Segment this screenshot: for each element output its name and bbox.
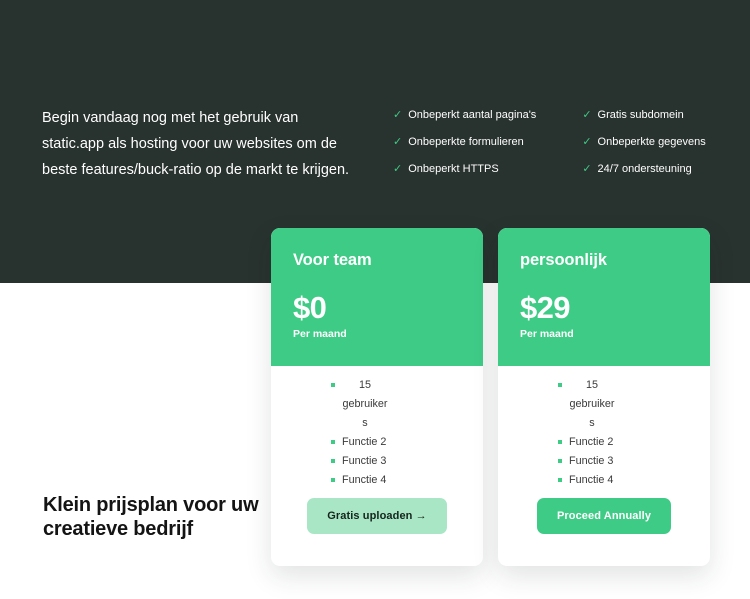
plan-feature-label: Functie 3 xyxy=(342,455,387,467)
hero-feature-label: 24/7 ondersteuning xyxy=(597,163,692,175)
list-item: Functie 4 xyxy=(289,471,465,490)
plan-feature-list: 15 gebruiker s Functie 2 Functie 3 Functie… xyxy=(516,376,692,490)
hero-intro-text: Begin vandaag nog met het gebruik van st… xyxy=(42,110,350,178)
plan-period: Per maand xyxy=(293,328,347,340)
plan-feature-label: Functie 3 xyxy=(569,455,614,467)
pricing-card-body: 15 gebruiker s Functie 2 Functie 3 Functie… xyxy=(271,366,483,566)
hero-feature-label: Onbeperkte gegevens xyxy=(597,136,706,148)
plan-period: Per maand xyxy=(520,328,574,340)
check-icon: ✓ xyxy=(393,109,403,121)
hero-feature-label: Onbeperkt HTTPS xyxy=(408,163,499,175)
hero-feature-item: ✓ 24/7 ondersteuning xyxy=(582,163,705,176)
pricing-page: Begin vandaag nog met het gebruik van st… xyxy=(0,0,750,599)
pricing-card-team[interactable]: Voor team $0 Per maand 15 gebruiker s Func… xyxy=(271,228,483,566)
bullet-icon xyxy=(558,383,562,387)
list-item: Functie 4 xyxy=(516,471,692,490)
hero-feature-columns: ✓ Onbeperkt aantal pagina's ✓ Onbeperkte… xyxy=(393,109,713,176)
hero-feature-item: ✓ Gratis subdomein xyxy=(582,109,705,122)
list-item: Functie 2 xyxy=(289,433,465,452)
plan-feature-label: Functie 2 xyxy=(342,436,387,448)
list-item: Functie 3 xyxy=(289,452,465,471)
pricing-card-cta: Proceed Annually xyxy=(498,498,710,534)
plan-price: $0 xyxy=(293,290,327,325)
bullet-icon xyxy=(331,440,335,444)
plan-feature-label: 15 gebruiker s xyxy=(342,379,388,429)
pricing-card-header: Voor team $0 Per maand xyxy=(271,228,483,366)
plan-feature-list: 15 gebruiker s Functie 2 Functie 3 Functie… xyxy=(289,376,465,490)
hero-feature-label: Gratis subdomein xyxy=(597,109,684,121)
pricing-card-cta: Gratis uploaden → xyxy=(271,498,483,534)
bullet-icon xyxy=(558,459,562,463)
hero-feature-item: ✓ Onbeperkte gegevens xyxy=(582,136,705,149)
upload-free-button[interactable]: Gratis uploaden → xyxy=(307,498,447,534)
bullet-icon xyxy=(331,459,335,463)
plan-price: $29 xyxy=(520,290,571,325)
hero-feature-column-left: ✓ Onbeperkt aantal pagina's ✓ Onbeperkte… xyxy=(393,109,536,176)
hero-feature-item: ✓ Onbeperkt aantal pagina's xyxy=(393,109,536,122)
proceed-annually-button[interactable]: Proceed Annually xyxy=(536,498,672,534)
list-item: 15 gebruiker s xyxy=(516,376,692,433)
check-icon: ✓ xyxy=(393,136,403,148)
plan-feature-label: 15 gebruiker s xyxy=(569,379,615,429)
pricing-card-personal[interactable]: persoonlijk $29 Per maand 15 gebruiker s F… xyxy=(498,228,710,566)
list-item: Functie 2 xyxy=(516,433,692,452)
bullet-icon xyxy=(331,478,335,482)
bullet-icon xyxy=(558,478,562,482)
bullet-icon xyxy=(558,440,562,444)
hero-feature-column-right: ✓ Gratis subdomein ✓ Onbeperkte gegevens… xyxy=(582,109,705,176)
page-title: Klein prijsplan voor uw creatieve bedrij… xyxy=(43,494,259,540)
plan-name: Voor team xyxy=(293,251,372,269)
pricing-card-body: 15 gebruiker s Functie 2 Functie 3 Functie… xyxy=(498,366,710,566)
bullet-icon xyxy=(331,383,335,387)
hero-feature-label: Onbeperkt aantal pagina's xyxy=(408,109,537,121)
check-icon: ✓ xyxy=(393,163,403,175)
check-icon: ✓ xyxy=(582,163,592,175)
pricing-card-header: persoonlijk $29 Per maand xyxy=(498,228,710,366)
plan-feature-label: Functie 4 xyxy=(342,474,387,486)
hero-feature-item: ✓ Onbeperkt HTTPS xyxy=(393,163,536,176)
plan-name: persoonlijk xyxy=(520,251,607,269)
plan-feature-label: Functie 4 xyxy=(569,474,614,486)
check-icon: ✓ xyxy=(582,136,592,148)
plan-feature-label: Functie 2 xyxy=(569,436,614,448)
check-icon: ✓ xyxy=(582,109,592,121)
list-item: Functie 3 xyxy=(516,452,692,471)
hero-feature-item: ✓ Onbeperkte formulieren xyxy=(393,136,536,149)
list-item: 15 gebruiker s xyxy=(289,376,465,433)
hero-feature-label: Onbeperkte formulieren xyxy=(408,136,524,148)
